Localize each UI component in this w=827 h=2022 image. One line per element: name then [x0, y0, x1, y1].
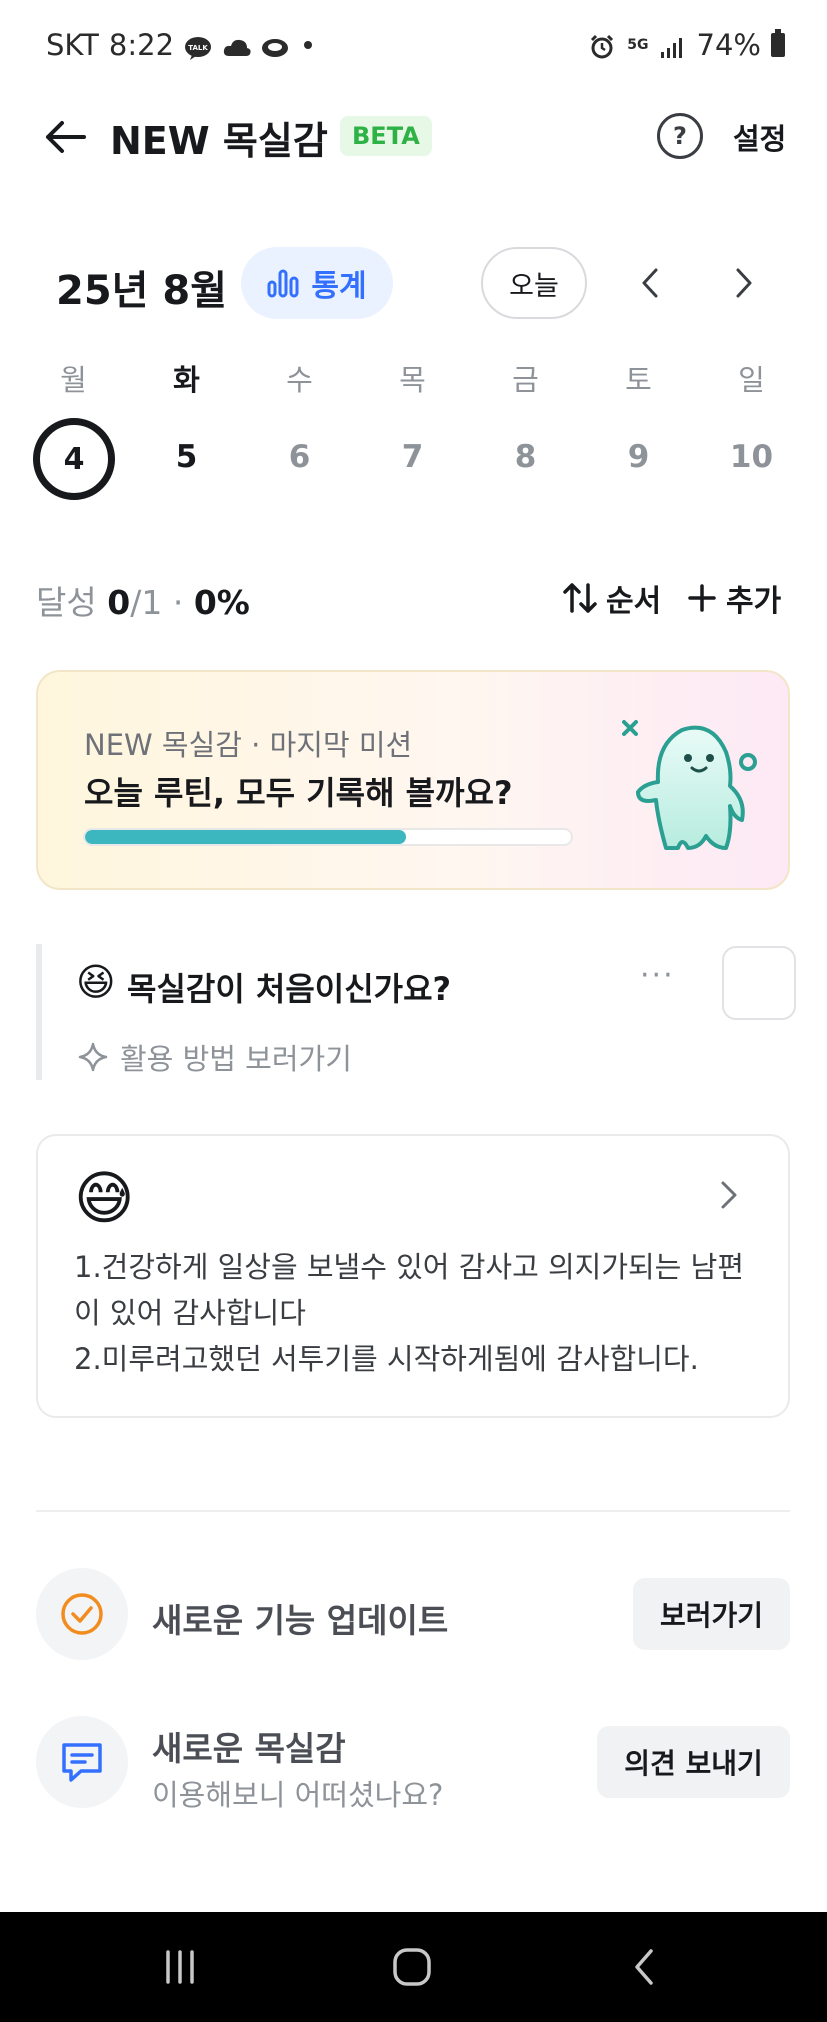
alarm-icon [589, 33, 617, 59]
back-arrow-icon [46, 121, 86, 153]
routine-emoji: 😆 [76, 960, 116, 1004]
chevron-right-icon [721, 1181, 737, 1209]
month-label: 25년 8월 [56, 268, 228, 314]
today-button[interactable]: 오늘 [481, 247, 587, 319]
battery-icon [771, 29, 785, 57]
date-7[interactable]: 7 [356, 439, 469, 475]
feedback-icon-wrap [36, 1716, 128, 1808]
weekday-fri: 금 [512, 363, 539, 397]
add-label: 추가 [726, 584, 782, 619]
system-back-icon [635, 1949, 653, 1985]
status-bar: SKT 8:22 TALK 5G 74% [0, 0, 827, 92]
mission-progress-fill [85, 830, 406, 844]
status-left: SKT 8:22 TALK [46, 28, 313, 62]
routine-item: 😆 목실감이 처음이신가요? ··· 활용 방법 보러가기 [36, 944, 796, 1080]
carrier-label: SKT [46, 28, 99, 62]
achievement-summary: 달성 0/1 · 0% [36, 576, 250, 624]
stats-button[interactable]: 통계 [241, 247, 393, 319]
weekday-wed: 수 [286, 363, 313, 397]
cloud-notification-icon [222, 33, 251, 57]
weekday-tue: 화 [173, 363, 200, 397]
prev-week-button[interactable] [633, 266, 667, 300]
stats-label: 통계 [311, 269, 367, 304]
back-button[interactable] [42, 114, 88, 160]
routine-more-button[interactable]: ··· [640, 958, 675, 993]
view-update-button[interactable]: 보러가기 [633, 1578, 790, 1650]
guide-link[interactable]: 활용 방법 보러가기 [78, 1036, 352, 1078]
section-divider [36, 1510, 790, 1512]
achieve-separator: · [172, 583, 184, 622]
feature-update-title: 새로운 기능 업데이트 [152, 1601, 449, 1640]
feedback-title: 새로운 목실감 [152, 1729, 346, 1768]
chat-icon [62, 1743, 102, 1782]
sort-label: 순서 [606, 584, 662, 619]
achieve-done: 0 [107, 583, 131, 622]
mission-headline: 오늘 루틴, 모두 기록해 볼까요? [84, 774, 513, 812]
routine-title[interactable]: 목실감이 처음이신가요? [127, 964, 451, 1010]
next-week-button[interactable] [727, 266, 761, 300]
chevron-left-icon [642, 268, 658, 298]
home-button[interactable] [382, 1942, 442, 1992]
routine-checkbox[interactable] [722, 946, 796, 1020]
help-button[interactable]: ? [657, 113, 703, 159]
recent-apps-button[interactable] [150, 1942, 210, 1992]
plus-icon [688, 584, 716, 612]
achieve-percent: 0% [193, 583, 250, 622]
sort-icon [563, 583, 597, 613]
date-6[interactable]: 6 [243, 439, 356, 475]
page-title: NEW 목실감 [110, 119, 328, 163]
mission-subtitle: NEW 목실감 · 마지막 미션 [84, 728, 413, 762]
app-header: NEW 목실감 BETA ? 설정 [0, 100, 827, 172]
mission-banner[interactable]: NEW 목실감 · 마지막 미션 오늘 루틴, 모두 기록해 볼까요? [36, 670, 790, 890]
entry-emoji: 😅 [74, 1164, 135, 1232]
date-10[interactable]: 10 [695, 439, 808, 475]
entry-text: 1.건강하게 일상을 보낼수 있어 감사고 의지가되는 남편이 있어 감사합니다… [74, 1250, 744, 1376]
add-button[interactable]: 추가 [688, 576, 781, 620]
feedback-subtitle: 이용해보니 어떠셨나요? [152, 1778, 444, 1812]
achieve-label: 달성 [36, 583, 97, 622]
signal-icon [659, 33, 687, 58]
svg-text:TALK: TALK [188, 44, 208, 52]
settings-button[interactable]: 설정 [733, 116, 786, 158]
chevron-right-icon [736, 268, 752, 298]
weekday-sat: 토 [625, 363, 652, 397]
send-feedback-button[interactable]: 의견 보내기 [597, 1726, 790, 1798]
sort-button[interactable]: 순서 [562, 576, 661, 620]
mission-progress-bar [83, 828, 573, 846]
app-notification-icon [260, 33, 289, 57]
weekday-mon: 월 [60, 363, 87, 397]
mascot-illustration [622, 720, 757, 850]
status-right: 5G 74% [589, 28, 785, 62]
system-back-button[interactable] [614, 1942, 674, 1992]
achieve-total: /1 [130, 583, 163, 622]
date-4-selected[interactable]: 4 [33, 418, 115, 500]
beta-badge: BETA [340, 116, 432, 156]
recent-apps-icon [166, 1950, 194, 1984]
check-circle-icon [61, 1593, 103, 1635]
bar-chart-icon [267, 269, 299, 298]
talk-notification-icon: TALK [184, 33, 212, 60]
today-label: 오늘 [509, 270, 559, 302]
date-number: 4 [63, 441, 85, 477]
weekday-sun: 일 [738, 363, 765, 397]
clock: 8:22 [108, 28, 175, 62]
guide-label: 활용 방법 보러가기 [120, 1042, 352, 1076]
feature-update-icon-wrap [36, 1568, 128, 1660]
date-9[interactable]: 9 [582, 439, 695, 475]
home-icon [393, 1948, 431, 1986]
gratitude-entry-card[interactable]: 😅 1.건강하게 일상을 보낼수 있어 감사고 의지가되는 남편이 있어 감사합… [36, 1134, 790, 1418]
question-icon: ? [673, 122, 687, 150]
system-navigation-bar [0, 1912, 827, 2022]
date-8[interactable]: 8 [469, 439, 582, 475]
battery-percent: 74% [696, 28, 761, 62]
more-notifications-dot [304, 41, 313, 49]
weekday-thu: 목 [399, 363, 426, 397]
network-label: 5G [627, 37, 649, 53]
sparkle-icon [78, 1042, 108, 1072]
date-5[interactable]: 5 [130, 439, 243, 475]
